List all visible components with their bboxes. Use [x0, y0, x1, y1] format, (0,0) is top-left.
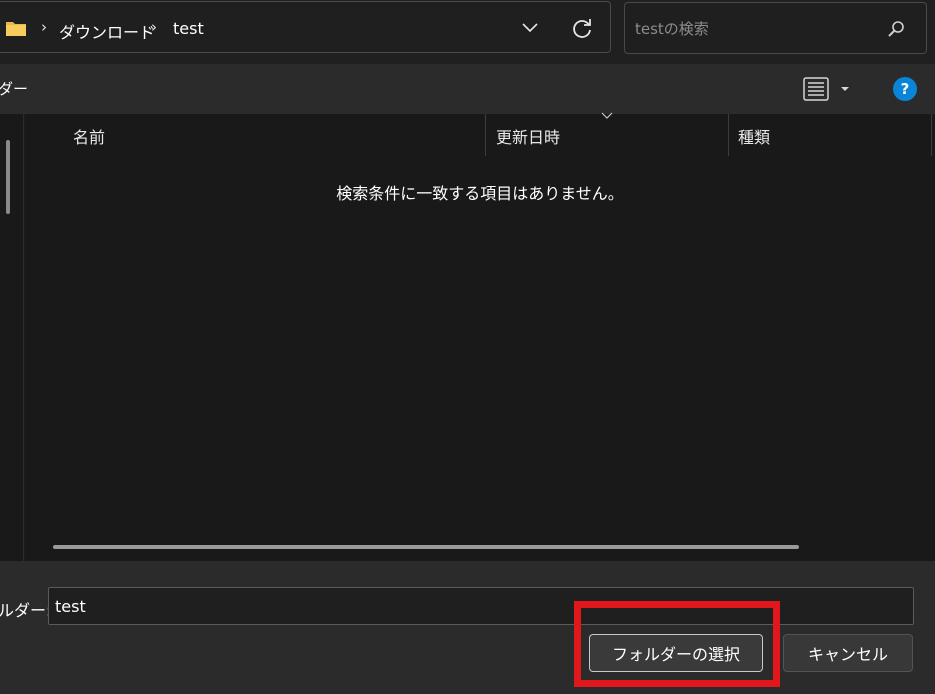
new-folder-button[interactable]: ダー [0, 78, 28, 99]
annotation-highlight-box [574, 601, 780, 687]
folder-field-label: ルダー: [0, 601, 52, 620]
breadcrumb-separator-icon: › [151, 18, 157, 36]
refresh-icon [573, 19, 591, 38]
folder-picker-dialog: › ダウンロード › test testの検索 ダー ? 名前 更新日時 種類 … [0, 0, 935, 694]
help-button[interactable]: ? [892, 76, 918, 102]
toolbar: ダー ? [0, 64, 935, 114]
empty-list-message: 検索条件に一致する項目はありません。 [336, 184, 624, 203]
search-icon[interactable] [886, 19, 906, 39]
refresh-button[interactable] [567, 13, 597, 43]
search-input[interactable] [635, 17, 875, 41]
address-row: › ダウンロード › test [0, 0, 935, 64]
horizontal-scrollbar[interactable] [53, 545, 799, 549]
column-header-type[interactable]: 種類 [738, 114, 928, 156]
help-icon: ? [893, 77, 917, 101]
navigation-pane[interactable] [0, 114, 24, 561]
file-list[interactable]: 名前 更新日時 種類 検索条件に一致する項目はありません。 [25, 112, 935, 561]
column-header-date-label: 更新日時 [496, 128, 561, 147]
search-box [624, 2, 927, 54]
column-divider[interactable] [485, 114, 486, 156]
folder-name-input[interactable] [48, 587, 914, 625]
column-header-name[interactable]: 名前 [73, 114, 483, 156]
svg-text:?: ? [901, 80, 910, 98]
column-divider[interactable] [931, 114, 932, 156]
address-bar[interactable]: › ダウンロード › test [0, 1, 611, 53]
folder-icon [6, 22, 26, 36]
list-view-icon [803, 77, 849, 101]
view-options-button[interactable] [802, 76, 856, 102]
chevron-down-icon [522, 23, 538, 33]
breadcrumb-downloads[interactable]: ダウンロード [59, 19, 155, 43]
column-header-name-label: 名前 [73, 128, 106, 147]
cancel-button[interactable]: キャンセル [783, 634, 913, 672]
column-header-date[interactable]: 更新日時 [496, 114, 726, 156]
breadcrumb-separator-icon: › [41, 18, 47, 36]
column-divider[interactable] [728, 114, 729, 156]
column-header-type-label: 種類 [738, 128, 771, 147]
footer-panel: ルダー: フォルダーの選択 キャンセル [0, 561, 935, 694]
navigation-scrollbar[interactable] [6, 140, 10, 214]
address-history-button[interactable] [516, 15, 544, 41]
breadcrumb-test[interactable]: test [173, 19, 204, 38]
caret-down-icon [841, 87, 849, 91]
